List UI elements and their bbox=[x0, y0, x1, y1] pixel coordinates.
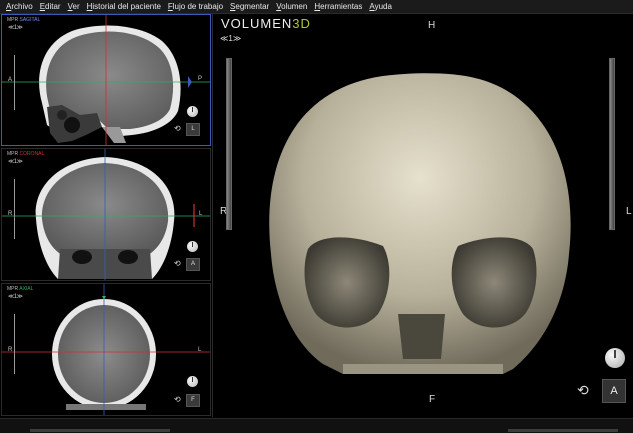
menu-segmentar[interactable]: Segmentar bbox=[230, 0, 269, 13]
view-orientation-button[interactable]: A bbox=[186, 258, 200, 271]
orientation-right: L bbox=[199, 211, 203, 217]
skull-3d-render bbox=[269, 73, 571, 374]
window-level-icon[interactable] bbox=[187, 376, 198, 387]
axial-viewport[interactable]: MPR AXIAL ≪1≫ R L ⟲ F bbox=[1, 283, 211, 416]
coronal-label: MPR CORONAL bbox=[7, 151, 44, 157]
orientation-left: A bbox=[8, 77, 13, 83]
slice-nav-icon[interactable]: ≪1≫ bbox=[220, 34, 241, 43]
plane-label: CORONAL bbox=[19, 151, 45, 157]
menu-volumen[interactable]: Volumen bbox=[276, 0, 307, 13]
volume-3d-viewport[interactable]: VOLUMEN3D ≪1≫ H F R L ⟲ A bbox=[212, 14, 633, 417]
window-level-icon[interactable] bbox=[187, 106, 198, 117]
window-level-icon[interactable] bbox=[187, 241, 198, 252]
left-scale-bar bbox=[226, 58, 232, 230]
mpr-label: MPR bbox=[7, 286, 19, 292]
status-bar bbox=[0, 418, 633, 433]
view-orientation-button[interactable]: A bbox=[602, 379, 626, 403]
ruler bbox=[14, 55, 19, 110]
view-orientation-button[interactable]: F bbox=[186, 394, 200, 407]
menu-ver[interactable]: Ver bbox=[68, 0, 80, 13]
menu-ayuda[interactable]: Ayuda bbox=[369, 0, 392, 13]
rotate-icon[interactable]: ⟲ bbox=[174, 124, 181, 133]
menu-flujo[interactable]: Flujo de trabajo bbox=[168, 0, 223, 13]
plane-label: AXIAL bbox=[19, 286, 34, 292]
title-3d: 3D bbox=[292, 16, 311, 31]
ruler bbox=[14, 179, 19, 239]
axial-label: MPR AXIAL bbox=[7, 286, 33, 292]
menu-archivo[interactable]: Archivo bbox=[6, 0, 33, 13]
rotate-icon[interactable]: ⟲ bbox=[174, 395, 181, 404]
mpr-label: MPR bbox=[7, 151, 19, 157]
view-orientation-button[interactable]: L bbox=[186, 123, 200, 136]
right-scale-bar bbox=[609, 58, 615, 230]
orientation-right: L bbox=[626, 206, 632, 217]
orientation-right: L bbox=[198, 347, 202, 353]
menu-historial[interactable]: Historial del paciente bbox=[87, 0, 161, 13]
window-level-icon[interactable] bbox=[605, 348, 625, 368]
menu-bar: Archivo Editar Ver Historial del pacient… bbox=[0, 0, 633, 14]
slice-nav-icon[interactable]: ≪1≫ bbox=[8, 158, 23, 165]
volume-3d-title: VOLUMEN3D bbox=[221, 16, 311, 31]
plane-label: SAGITAL bbox=[19, 17, 41, 23]
orientation-bottom: F bbox=[429, 394, 436, 405]
orientation-top: H bbox=[428, 20, 436, 31]
coronal-viewport[interactable]: MPR CORONAL ≪1≫ R L ⟲ A bbox=[1, 148, 211, 281]
orientation-left: R bbox=[8, 347, 13, 353]
ruler bbox=[14, 314, 19, 374]
title-volumen: VOLUMEN bbox=[221, 16, 293, 31]
orientation-right: P bbox=[198, 76, 203, 82]
mpr-label: MPR bbox=[7, 17, 19, 23]
sagittal-label: MPR SAGITAL bbox=[7, 17, 40, 23]
menu-herramientas[interactable]: Herramientas bbox=[314, 0, 362, 13]
orientation-left: R bbox=[8, 211, 13, 217]
rotate-icon[interactable]: ⟲ bbox=[577, 382, 589, 399]
slice-nav-icon[interactable]: ≪1≫ bbox=[8, 293, 23, 300]
rotate-icon[interactable]: ⟲ bbox=[174, 259, 181, 268]
menu-editar[interactable]: Editar bbox=[40, 0, 61, 13]
sagittal-viewport[interactable]: MPR SAGITAL ≪1≫ A P ⟲ L bbox=[1, 14, 211, 146]
slice-nav-icon[interactable]: ≪1≫ bbox=[8, 24, 23, 31]
